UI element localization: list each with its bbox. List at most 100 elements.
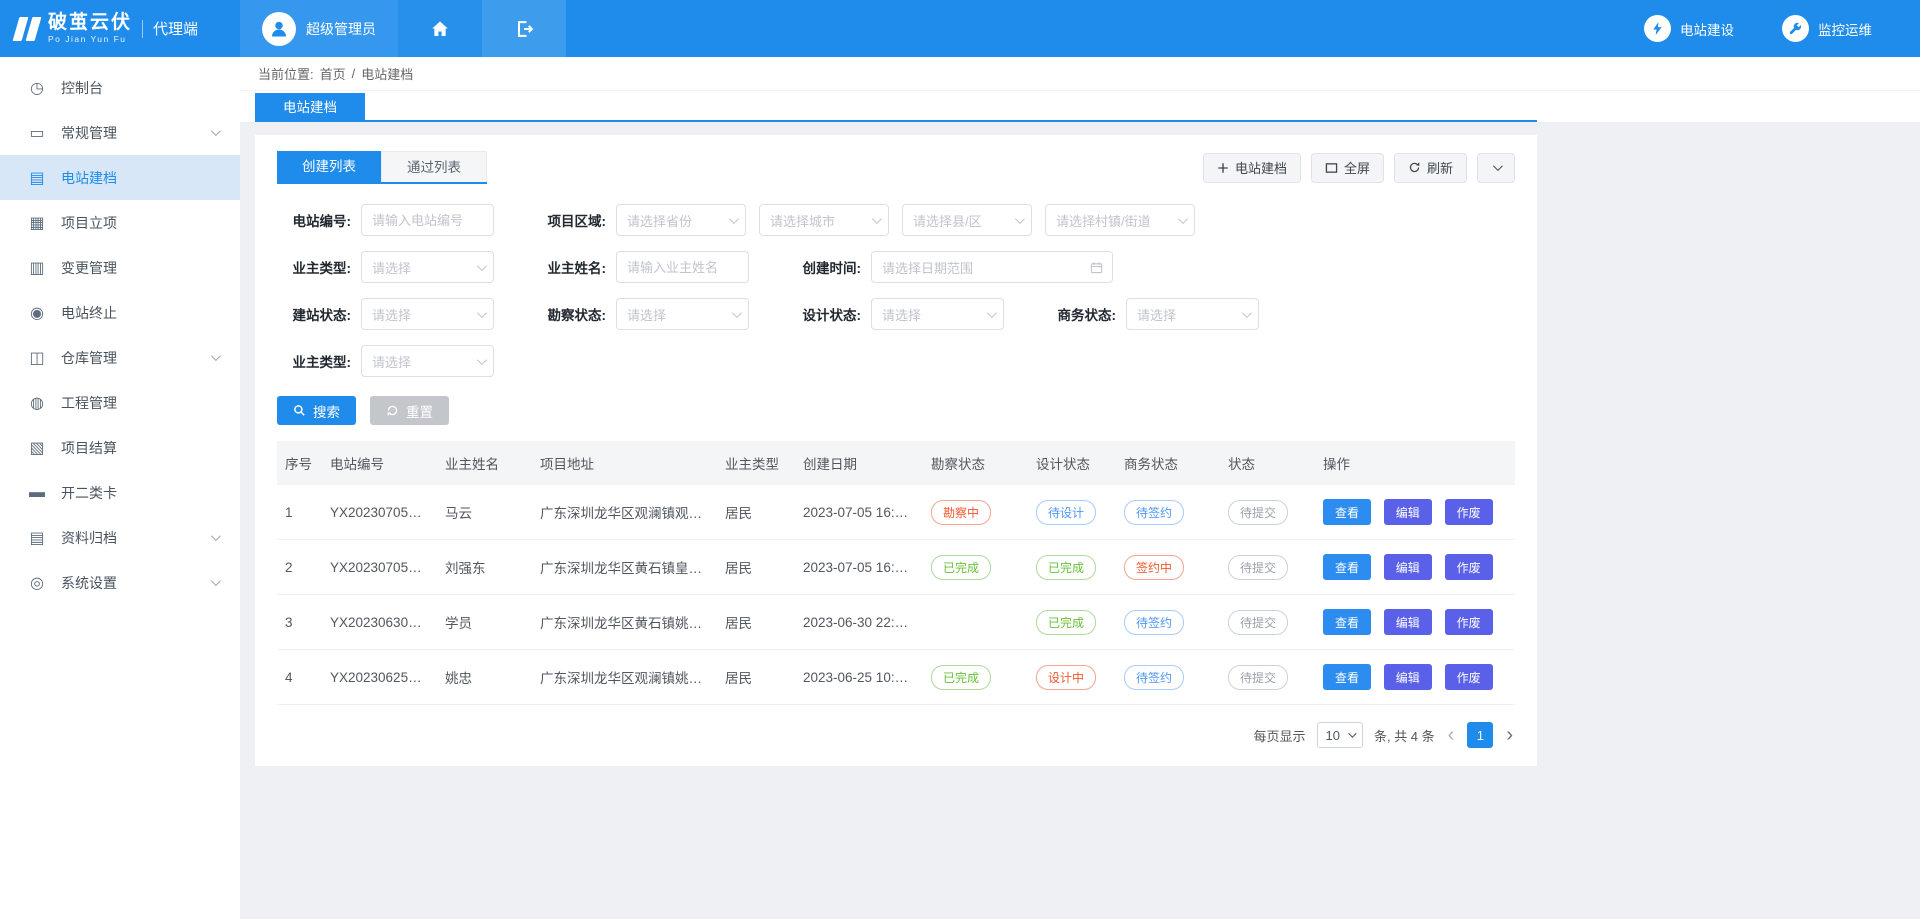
sidebar-item-general-management[interactable]: ▭ 常规管理	[0, 110, 240, 155]
refresh-button[interactable]: 刷新	[1394, 153, 1467, 183]
app-root: 破茧云伏 Po Jian Yun Fu 代理端 超级管理员	[0, 0, 1920, 919]
chevron-down-icon	[211, 126, 221, 136]
town-select[interactable]: 请选择村镇/街道	[1045, 204, 1195, 236]
prev-page-button[interactable]: ‹	[1446, 725, 1457, 745]
sidebar-item-station-filing[interactable]: ▤ 电站建档	[0, 155, 240, 200]
view-button[interactable]: 查看	[1323, 499, 1371, 525]
edit-button[interactable]: 编辑	[1384, 609, 1432, 635]
col-no: 序号	[277, 441, 322, 485]
table-row: 3 YX2023063000009 学员 广东深圳龙华区黄石镇姚家庄... 居民…	[277, 595, 1515, 650]
nav-label: 监控运维	[1818, 19, 1872, 39]
brand-subtitle: Po Jian Yun Fu	[48, 35, 132, 44]
user-name: 超级管理员	[306, 19, 376, 39]
sidebar-item-archives[interactable]: ▤ 资料归档	[0, 515, 240, 560]
col-business-status: 商务状态	[1116, 441, 1220, 485]
breadcrumb-separator: /	[352, 66, 356, 81]
edit-button[interactable]: 编辑	[1384, 664, 1432, 690]
build-status-select[interactable]: 请选择	[361, 298, 494, 330]
owner-name-input[interactable]	[616, 251, 749, 283]
chevron-down-icon	[872, 214, 882, 224]
table-row: 4 YX2023062500004 姚忠 广东深圳龙华区观澜镇姚家庄... 居民…	[277, 650, 1515, 705]
sidebar-item-project-settlement[interactable]: ▧ 项目结算	[0, 425, 240, 470]
void-button[interactable]: 作废	[1445, 554, 1493, 580]
per-page-select[interactable]: 10	[1317, 722, 1363, 748]
void-button[interactable]: 作废	[1445, 664, 1493, 690]
design-status-badge: 已完成	[1036, 610, 1096, 635]
fullscreen-icon	[1325, 162, 1338, 174]
sidebar-item-type2-card[interactable]: ▬ 开二类卡	[0, 470, 240, 515]
page-number[interactable]: 1	[1467, 722, 1493, 748]
create-station-button[interactable]: 电站建档	[1203, 153, 1301, 183]
business-status-select[interactable]: 请选择	[1126, 298, 1259, 330]
breadcrumb-home[interactable]: 首页	[320, 64, 346, 83]
sidebar-item-change-management[interactable]: ▥ 变更管理	[0, 245, 240, 290]
top-header: 破茧云伏 Po Jian Yun Fu 代理端 超级管理员	[0, 0, 1920, 57]
chevron-down-icon	[987, 308, 997, 318]
void-button[interactable]: 作废	[1445, 499, 1493, 525]
chevron-down-icon	[1348, 729, 1356, 737]
chevron-down-icon	[477, 261, 487, 271]
owner-type2-select[interactable]: 请选择	[361, 345, 494, 377]
owner-name-label: 业主姓名:	[532, 257, 606, 277]
box-icon: ▦	[26, 213, 48, 233]
sidebar-item-engineering-management[interactable]: ◍ 工程管理	[0, 380, 240, 425]
design-status-select[interactable]: 请选择	[871, 298, 1004, 330]
survey-status-select[interactable]: 请选择	[616, 298, 749, 330]
date-range-input[interactable]: 请选择日期范围	[871, 251, 1113, 283]
sidebar-item-console[interactable]: ◷ 控制台	[0, 65, 240, 110]
create-time-label: 创建时间:	[787, 257, 861, 277]
edit-button[interactable]: 编辑	[1384, 499, 1432, 525]
archive-icon: ▤	[26, 528, 48, 548]
logout-button[interactable]	[482, 0, 566, 57]
col-design-status: 设计状态	[1028, 441, 1116, 485]
home-icon	[430, 19, 450, 39]
monitor-icon: ▭	[26, 123, 48, 143]
sidebar-item-station-termination[interactable]: ◉ 电站终止	[0, 290, 240, 335]
view-button[interactable]: 查看	[1323, 554, 1371, 580]
tab-create-list[interactable]: 创建列表	[277, 151, 381, 182]
chevron-down-icon	[1242, 308, 1252, 318]
owner-type-label: 业主类型:	[277, 257, 351, 277]
nav-station-construction[interactable]: 电站建设	[1644, 15, 1734, 42]
owner-type-select[interactable]: 请选择	[361, 251, 494, 283]
sidebar-item-warehouse-management[interactable]: ◫ 仓库管理	[0, 335, 240, 380]
fullscreen-button[interactable]: 全屏	[1311, 153, 1384, 183]
survey-status-badge: 已完成	[931, 665, 991, 690]
tab-passed-list[interactable]: 通过列表	[381, 151, 487, 182]
chevron-down-icon	[477, 308, 487, 318]
chevron-down-icon	[211, 351, 221, 361]
county-select[interactable]: 请选择县/区	[902, 204, 1032, 236]
sidebar-item-project-initiation[interactable]: ▦ 项目立项	[0, 200, 240, 245]
nav-label: 电站建设	[1680, 19, 1734, 39]
survey-status-badge: 已完成	[931, 555, 991, 580]
list-tabs: 创建列表 通过列表	[277, 151, 487, 184]
collapse-toolbar-button[interactable]	[1477, 153, 1515, 183]
dashboard-icon: ◷	[26, 78, 48, 98]
status-badge: 待提交	[1228, 500, 1288, 525]
search-button[interactable]: 搜索	[277, 396, 356, 425]
chevron-down-icon	[211, 531, 221, 541]
province-select[interactable]: 请选择省份	[616, 204, 746, 236]
chevron-down-icon	[477, 355, 487, 365]
chevron-down-icon	[732, 308, 742, 318]
survey-status-badge: 勘察中	[931, 500, 991, 525]
page-tab-station-filing[interactable]: 电站建档	[255, 93, 365, 122]
brand-divider	[142, 20, 143, 38]
edit-button[interactable]: 编辑	[1384, 554, 1432, 580]
nav-monitoring-ops[interactable]: 监控运维	[1782, 15, 1872, 42]
pagination: 每页显示 10 条, 共 4 条 ‹ 1 ›	[255, 705, 1537, 748]
city-select[interactable]: 请选择城市	[759, 204, 889, 236]
col-owner-name: 业主姓名	[437, 441, 532, 485]
reset-icon	[386, 404, 399, 417]
table-header-row: 序号 电站编号 业主姓名 项目地址 业主类型 创建日期 勘察状态 设计状态 商务…	[277, 441, 1515, 485]
void-button[interactable]: 作废	[1445, 609, 1493, 635]
reset-button[interactable]: 重置	[370, 396, 449, 425]
station-code-label: 电站编号:	[277, 210, 351, 230]
home-button[interactable]	[398, 0, 482, 57]
view-button[interactable]: 查看	[1323, 664, 1371, 690]
station-code-input[interactable]	[361, 204, 494, 236]
user-menu[interactable]: 超级管理员	[240, 0, 398, 57]
view-button[interactable]: 查看	[1323, 609, 1371, 635]
sidebar-item-system-settings[interactable]: ◎ 系统设置	[0, 560, 240, 605]
next-page-button[interactable]: ›	[1504, 725, 1515, 745]
